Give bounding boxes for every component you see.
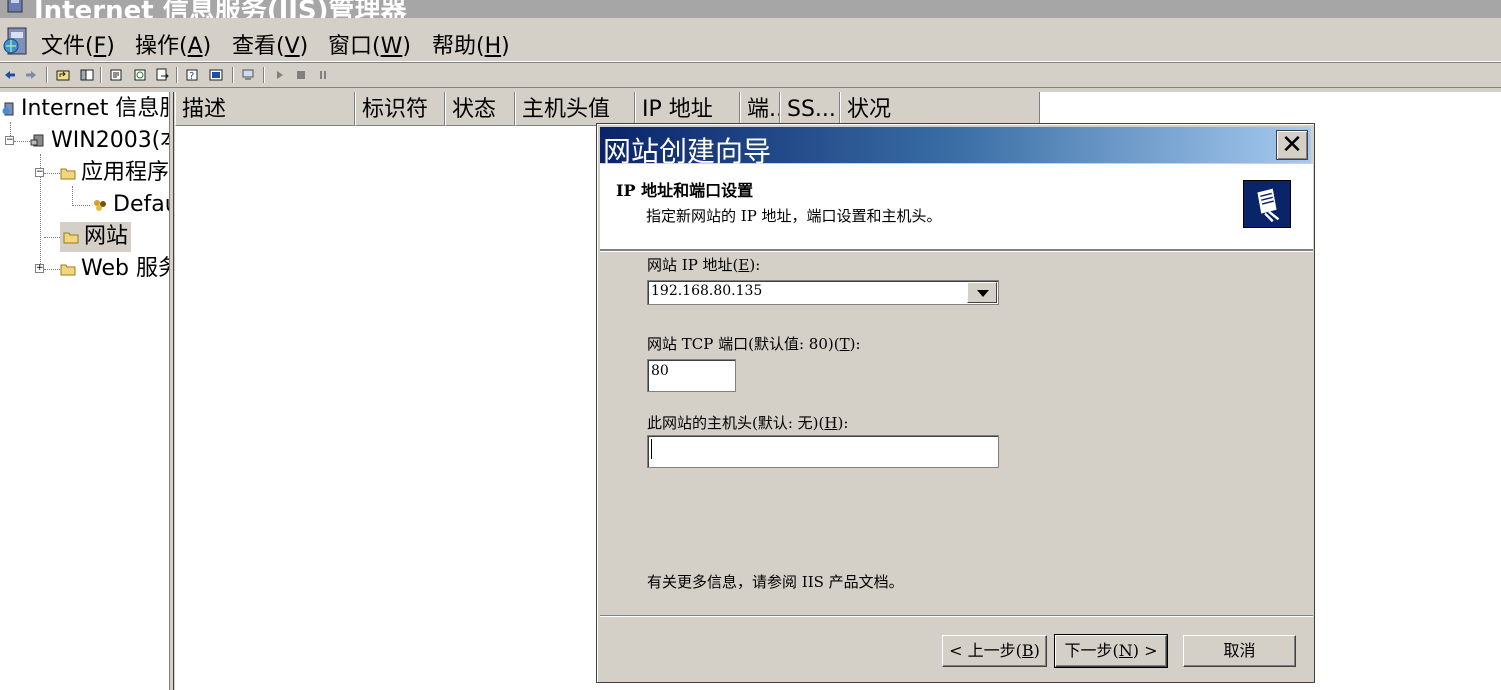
more-info-text: 有关更多信息，请参阅 IIS 产品文档。 <box>647 573 904 591</box>
title-bar: Internet 信息服务(IIS)管理器 <box>0 0 1501 18</box>
tree-node-web-service-extensions[interactable]: Web 服务扩展 <box>60 254 169 284</box>
host-header-label: 此网站的主机头(默认: 无)(H): <box>647 414 849 432</box>
tcp-port-label: 网站 TCP 端口(默认值: 80)(T): <box>647 335 861 353</box>
text-caret <box>651 439 652 459</box>
back-arrow-icon[interactable] <box>3 68 17 82</box>
toolbar-separator <box>46 67 48 83</box>
column-header-host-header[interactable]: 主机头值 <box>515 92 635 126</box>
tree-line <box>44 173 60 174</box>
ip-address-value: 192.168.80.135 <box>651 283 763 299</box>
tree-node-app-pools[interactable]: 应用程序池 <box>60 158 170 188</box>
dialog-title-bar[interactable]: 网站创建向导 ✕ <box>600 127 1311 168</box>
refresh-icon[interactable] <box>133 68 147 82</box>
play-icon[interactable] <box>273 68 287 82</box>
menu-help[interactable]: 帮助(H) <box>432 28 510 60</box>
tree-node-label: Internet 信息服务 <box>21 96 169 121</box>
website-creation-wizard-dialog: 网站创建向导 ✕ IP 地址和端口设置 指定新网站的 IP 地址，端口设置和主机… <box>596 123 1315 683</box>
stop-icon[interactable] <box>294 68 308 82</box>
export-list-icon[interactable] <box>155 68 169 82</box>
cancel-button[interactable]: 取消 <box>1183 635 1296 667</box>
tcp-port-input[interactable]: 80 <box>647 359 736 392</box>
ip-address-label: 网站 IP 地址(E): <box>647 256 761 274</box>
wizard-header: IP 地址和端口设置 指定新网站的 IP 地址，端口设置和主机头。 <box>600 164 1313 250</box>
tree-line <box>72 186 73 206</box>
tree-node-label: 网站 <box>84 224 129 249</box>
tree-line <box>72 205 90 206</box>
menu-window[interactable]: 窗口(W) <box>328 28 411 60</box>
tree-node-iis-root[interactable]: Internet 信息服务 <box>2 94 169 124</box>
list-header: 描述 标识符 状态 主机头值 IP 地址 端... SS... 状况 <box>175 92 1501 126</box>
iis-manager-icon[interactable] <box>2 24 32 58</box>
wizard-graphic-icon <box>1243 180 1291 228</box>
column-header-state[interactable]: 状态 <box>445 92 515 126</box>
close-button[interactable]: ✕ <box>1276 130 1308 160</box>
toolbar-separator <box>176 67 178 83</box>
host-header-input[interactable] <box>647 435 999 468</box>
column-header-status[interactable]: 状况 <box>840 92 1040 126</box>
column-header-ip-address[interactable]: IP 地址 <box>635 92 740 126</box>
tree-node-server[interactable]: WIN2003(本地计算机) <box>30 126 169 156</box>
tree-node-label: WIN2003(本地计算机) <box>51 128 169 153</box>
menu-action[interactable]: 操作(A) <box>135 28 211 60</box>
chevron-down-icon[interactable] <box>967 282 997 303</box>
menu-view[interactable]: 查看(V) <box>232 28 308 60</box>
show-tree-icon[interactable] <box>80 68 94 82</box>
properties-icon[interactable] <box>109 68 123 82</box>
wizard-step-title: IP 地址和端口设置 <box>616 181 754 200</box>
tree-node-default-app-pool[interactable]: DefaultAppPool <box>92 190 169 220</box>
next-button[interactable]: 下一步(N) > <box>1054 634 1168 668</box>
header-divider <box>600 250 1313 252</box>
menu-bar: 文件(F) 操作(A) 查看(V) 窗口(W) 帮助(H) <box>0 18 1501 62</box>
server-icon <box>30 134 44 147</box>
forward-arrow-icon[interactable] <box>24 68 38 82</box>
ip-address-select[interactable]: 192.168.80.135 <box>647 280 999 305</box>
folder-icon <box>60 168 76 180</box>
toolbar-separator <box>232 67 234 83</box>
column-header-description[interactable]: 描述 <box>175 92 355 126</box>
back-button[interactable]: < 上一步(B) <box>942 635 1047 667</box>
tree-line <box>44 269 60 270</box>
column-header-port[interactable]: 端... <box>740 92 780 126</box>
computer-icon[interactable] <box>241 68 255 82</box>
tree-node-label: DefaultAppPool <box>113 192 169 217</box>
tree-node-label: Web 服务扩展 <box>81 256 169 281</box>
toolbar: ? <box>0 62 1501 88</box>
tree-line <box>14 141 30 142</box>
toolbar-separator <box>100 67 102 83</box>
folder-icon <box>63 232 79 244</box>
expand-icon[interactable]: + <box>35 264 44 273</box>
tree-node-websites[interactable]: 网站 <box>60 222 132 252</box>
svg-text:?: ? <box>189 71 194 82</box>
tree-line <box>44 237 60 238</box>
toolbar-separator <box>263 67 265 83</box>
column-header-ssl[interactable]: SS... <box>780 92 840 126</box>
app-pool-icon <box>94 200 106 211</box>
tree-pane: Internet 信息服务 − WIN2003(本地计算机) − 应用程序池 D… <box>0 92 170 690</box>
footer-divider <box>600 615 1313 617</box>
column-header-identifier[interactable]: 标识符 <box>355 92 445 126</box>
wizard-step-subtitle: 指定新网站的 IP 地址，端口设置和主机头。 <box>646 207 942 225</box>
pane-splitter[interactable] <box>170 92 174 690</box>
iis-app-icon <box>7 0 23 13</box>
collapse-icon[interactable]: − <box>5 136 14 145</box>
folder-icon <box>60 264 76 276</box>
menu-file[interactable]: 文件(F) <box>41 28 115 60</box>
console-icon[interactable] <box>209 68 223 82</box>
up-folder-icon[interactable] <box>56 68 70 82</box>
iis-root-icon <box>2 102 14 116</box>
window-title: Internet 信息服务(IIS)管理器 <box>34 0 407 18</box>
collapse-icon[interactable]: − <box>35 168 44 177</box>
tree-node-label: 应用程序池 <box>81 160 170 185</box>
help-icon[interactable]: ? <box>185 68 199 82</box>
pause-icon[interactable] <box>316 68 330 82</box>
